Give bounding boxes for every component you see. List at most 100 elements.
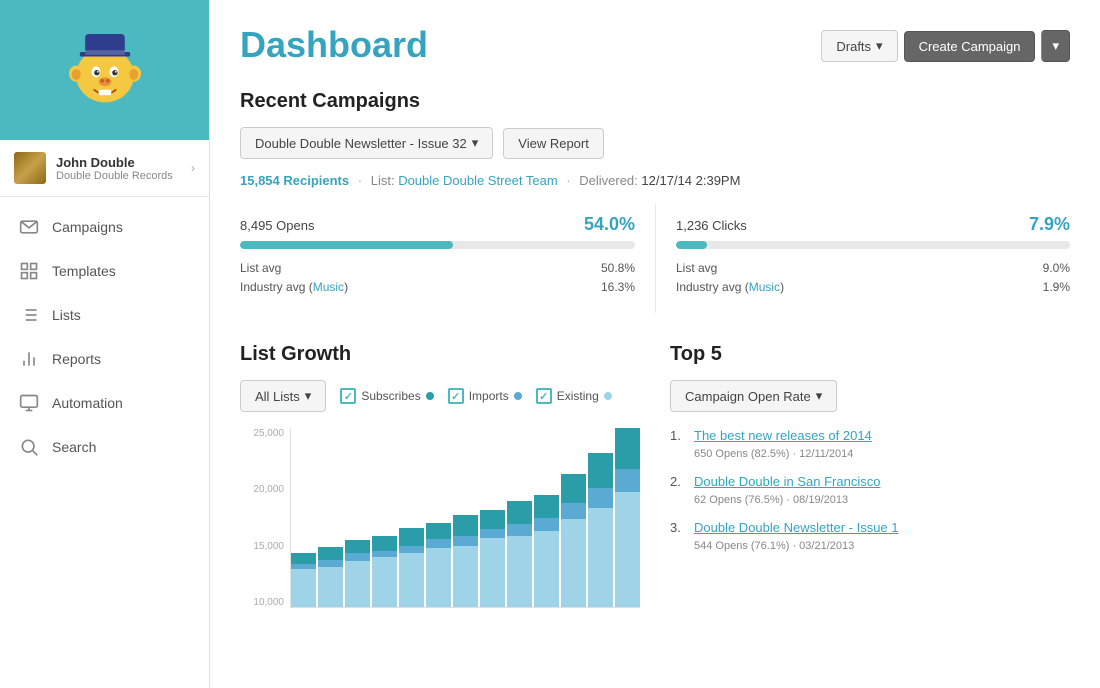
user-info[interactable]: John Double Double Double Records › [0,140,209,197]
top5-item: 2. Double Double in San Francisco 62 Ope… [670,474,1070,506]
bar-group [453,428,478,607]
opens-industry-row: Industry avg (Music) 16.3% [240,280,635,294]
all-lists-button[interactable]: All Lists ▾ [240,380,326,412]
campaign-info: 15,854 Recipients · List: Double Double … [240,173,1070,188]
nav-label-lists: Lists [52,307,81,323]
campaign-select-button[interactable]: Double Double Newsletter - Issue 32 ▾ [240,127,493,159]
page-title: Dashboard [240,24,428,66]
bar-stack [561,453,586,608]
top5-list: 1. The best new releases of 2014 650 Ope… [670,428,1070,552]
sidebar-header [0,0,209,140]
bar-subscribes [588,453,613,488]
chevron-down-icon: ▾ [816,388,823,404]
list-growth-section: List Growth All Lists ▾ ✓ Subscribes ✓ [240,343,640,628]
bar-chart-icon [18,348,40,370]
bar-imports [480,529,505,537]
envelope-icon [18,216,40,238]
bar-existing [615,492,640,607]
grid-icon [18,260,40,282]
bar-group [426,428,451,607]
bar-subscribes [318,547,343,560]
bar-existing [561,519,586,607]
opens-list-avg-row: List avg 50.8% [240,261,635,275]
subscribes-filter[interactable]: ✓ Subscribes [340,388,433,404]
imports-checkbox[interactable]: ✓ [448,388,464,404]
bar-subscribes [507,501,532,524]
top5-section: Top 5 Campaign Open Rate ▾ 1. The best n… [670,343,1070,628]
bar-existing [534,531,559,607]
bar-subscribes [372,536,397,551]
nav-label-templates: Templates [52,263,116,279]
chart-controls: All Lists ▾ ✓ Subscribes ✓ Imports [240,380,640,412]
user-name: John Double [56,155,191,170]
opens-progress-bg [240,241,635,249]
y-label-25k: 25,000 [253,428,284,439]
campaign-open-rate-button[interactable]: Campaign Open Rate ▾ [670,380,837,412]
avatar [14,152,46,184]
bar-group [372,428,397,607]
top5-item-meta: 62 Opens (76.5%) · 08/19/2013 [694,494,848,506]
y-label-15k: 15,000 [253,541,284,552]
clicks-panel: 1,236 Clicks 7.9% List avg 9.0% Industry… [655,204,1070,313]
chevron-down-icon: ▾ [876,38,883,54]
top5-item-link[interactable]: The best new releases of 2014 [694,428,872,443]
bar-imports [345,553,370,561]
nav-label-reports: Reports [52,351,101,367]
bar-stack [318,503,343,607]
user-company: Double Double Records [56,170,191,182]
delivered-date: 12/17/14 2:39PM [641,173,740,188]
bar-group [318,428,343,607]
sidebar-item-lists[interactable]: Lists [0,293,209,337]
sidebar-item-automation[interactable]: Automation [0,381,209,425]
bar-existing [318,567,343,607]
bottom-grid: List Growth All Lists ▾ ✓ Subscribes ✓ [240,343,1070,628]
top5-item-link[interactable]: Double Double Newsletter - Issue 1 [694,520,899,535]
clicks-label: 1,236 Clicks [676,218,747,233]
create-campaign-button[interactable]: Create Campaign [904,31,1036,62]
bar-group [534,428,559,607]
top5-item-num: 3. [670,520,684,535]
top5-item-meta: 650 Opens (82.5%) · 12/11/2014 [694,448,853,460]
y-axis-labels: 25,000 20,000 15,000 10,000 [240,428,290,608]
drafts-button[interactable]: Drafts ▾ [821,30,897,62]
y-label-10k: 10,000 [253,597,284,608]
recent-campaigns-title: Recent Campaigns [240,90,1070,113]
bar-subscribes [453,515,478,535]
bar-group [588,428,613,607]
bar-group [291,428,316,607]
bar-existing [426,548,451,607]
bar-imports [615,469,640,492]
mailchimp-logo [60,25,150,115]
existing-checkbox[interactable]: ✓ [536,388,552,404]
bar-group [561,428,586,607]
subscribes-checkbox[interactable]: ✓ [340,388,356,404]
sidebar-item-campaigns[interactable]: Campaigns [0,205,209,249]
search-icon [18,436,40,458]
bar-stack [291,509,316,607]
existing-dot [604,392,612,400]
sidebar-item-templates[interactable]: Templates [0,249,209,293]
clicks-industry-link[interactable]: Music [749,280,780,294]
chevron-right-icon: › [191,161,195,175]
bar-stack [399,488,424,607]
bar-existing [453,546,478,607]
opens-industry-link[interactable]: Music [313,280,344,294]
bar-stack [453,479,478,607]
view-report-button[interactable]: View Report [503,128,604,159]
bar-existing [291,569,316,607]
existing-filter[interactable]: ✓ Existing [536,388,612,404]
bar-stack [507,469,532,607]
top5-item-meta: 544 Opens (76.1%) · 03/21/2013 [694,540,854,552]
imports-filter[interactable]: ✓ Imports [448,388,522,404]
bar-stack [372,494,397,607]
bar-imports [453,536,478,547]
nav-label-search: Search [52,439,96,455]
clicks-progress-fill [676,241,707,249]
create-campaign-dropdown-button[interactable]: ▾ [1041,30,1070,62]
sidebar-item-search[interactable]: Search [0,425,209,469]
sidebar-item-reports[interactable]: Reports [0,337,209,381]
y-label-20k: 20,000 [253,484,284,495]
bar-group [507,428,532,607]
top5-item-link[interactable]: Double Double in San Francisco [694,474,880,489]
bar-imports [399,546,424,553]
